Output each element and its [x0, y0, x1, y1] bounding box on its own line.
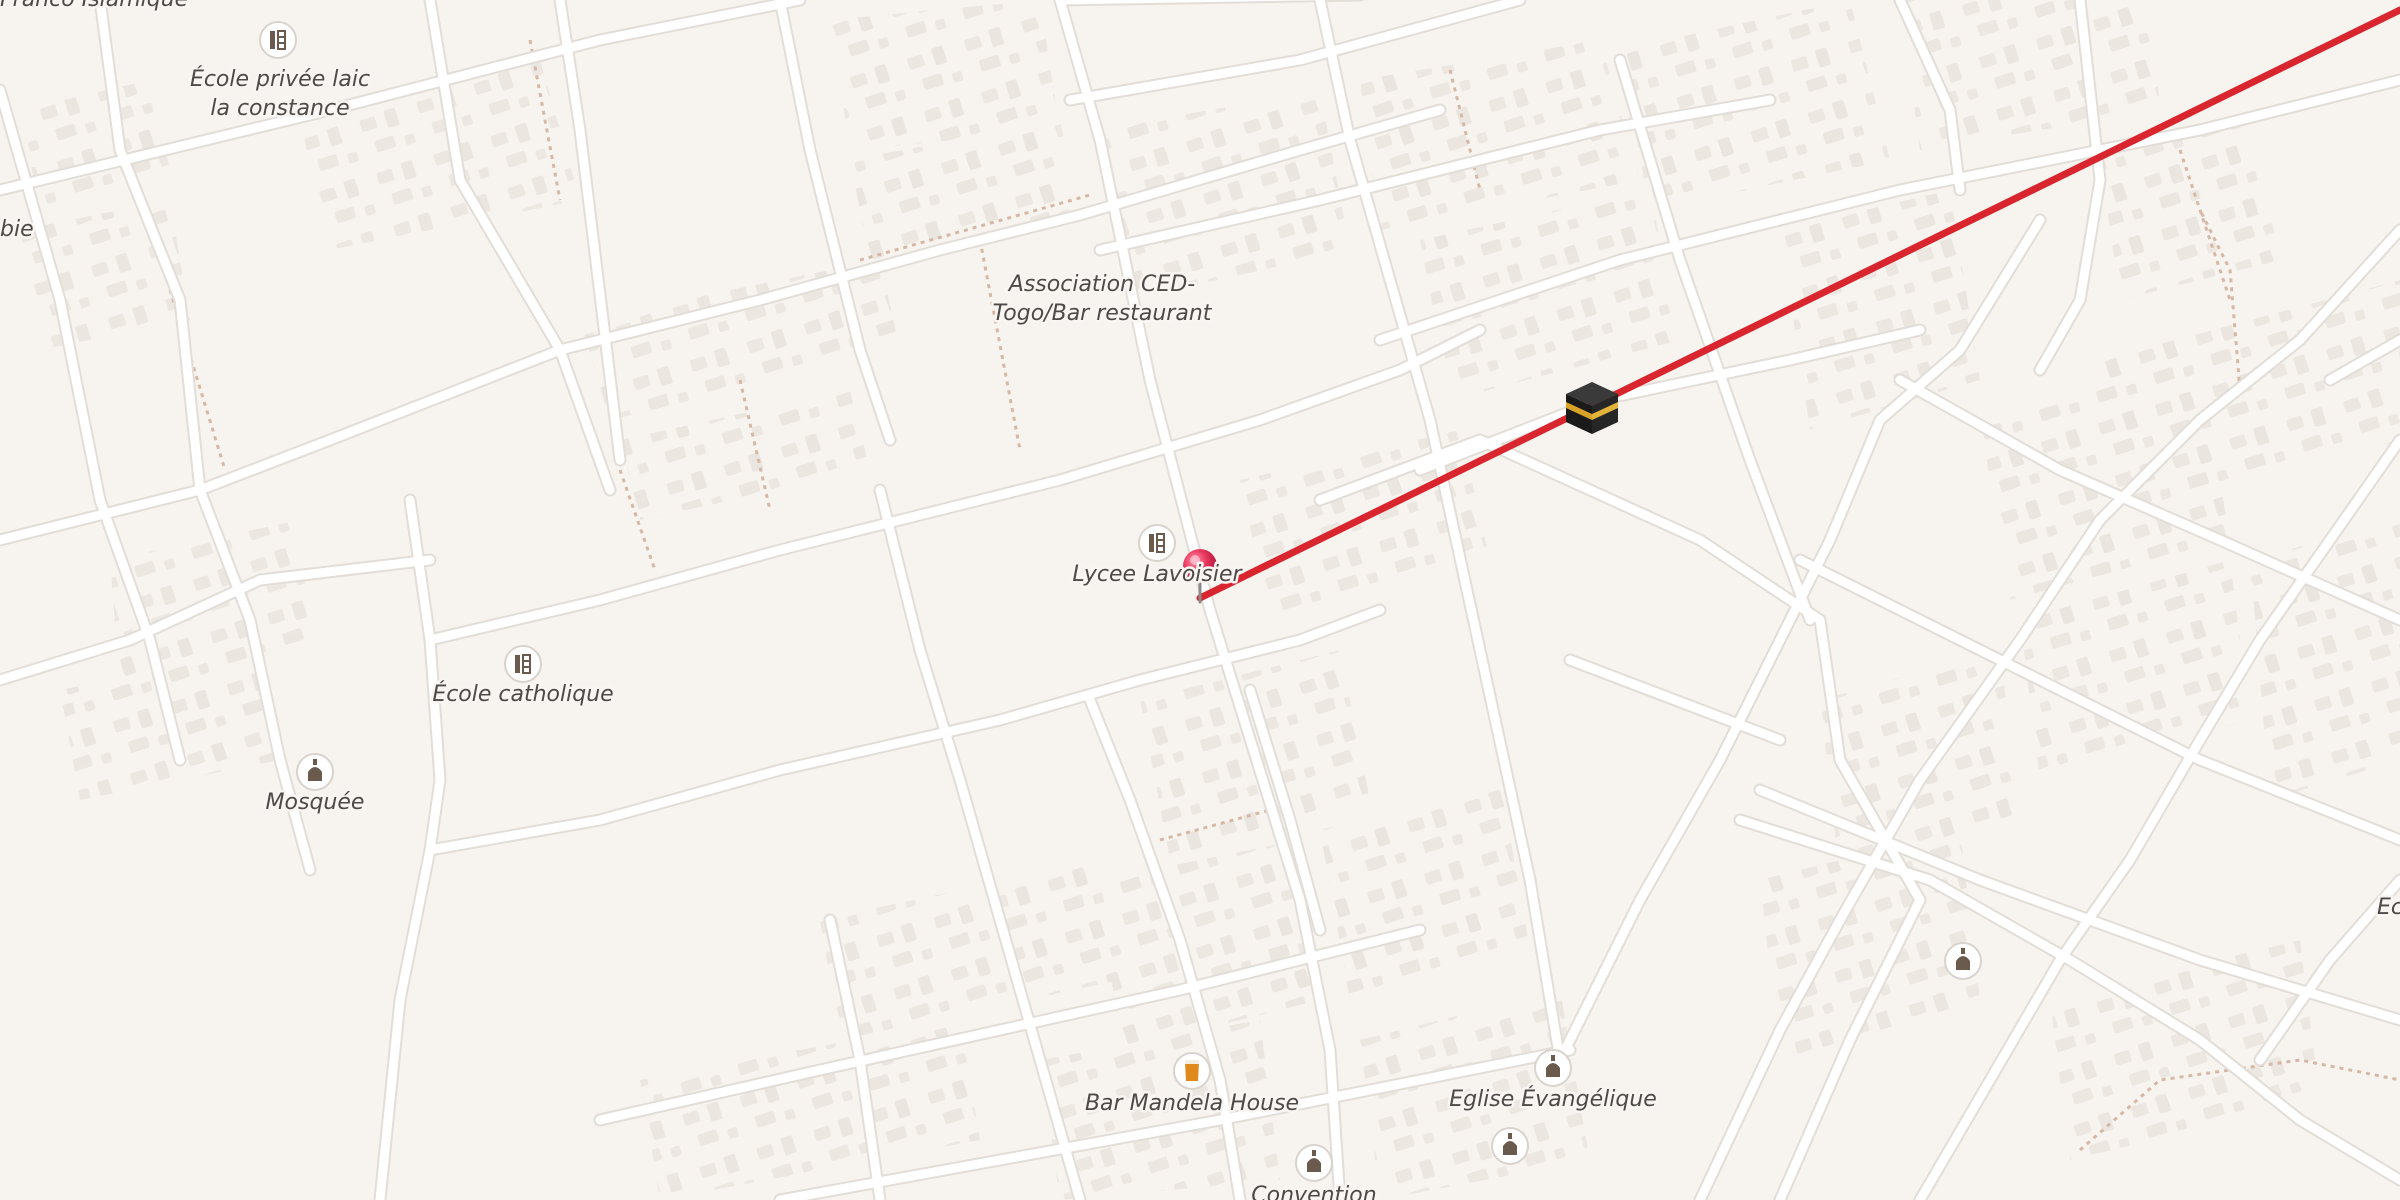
school-icon[interactable]	[1138, 524, 1176, 562]
ecole-privee-label-line2: la constance	[210, 96, 349, 121]
franco-islamique-label: Franco Islamique	[0, 0, 188, 12]
school-icon[interactable]	[259, 21, 297, 59]
church-icon[interactable]	[1491, 1127, 1529, 1165]
church-icon[interactable]	[1295, 1144, 1333, 1182]
church-icon[interactable]	[1534, 1049, 1572, 1087]
ecole-privee-label-line1: École privée laic	[190, 66, 370, 92]
map-canvas[interactable]: Franco Islamique École privée laic la co…	[0, 0, 2400, 1200]
bar-mandela-label: Bar Mandela House	[1085, 1091, 1299, 1116]
lycee-label: Lycee Lavoisier	[1072, 562, 1243, 587]
mosque-icon[interactable]	[296, 753, 334, 791]
mosque-icon[interactable]	[1944, 942, 1982, 980]
association-label-line2: Togo/Bar restaurant	[993, 301, 1213, 326]
partial-place-label-right: Ec	[2377, 895, 2400, 920]
eglise-label: Eglise Évangélique	[1449, 1086, 1657, 1112]
beer-icon[interactable]	[1173, 1052, 1211, 1090]
mosquee-label: Mosquée	[266, 790, 365, 815]
school-icon[interactable]	[504, 645, 542, 683]
ecole-catholique-label: École catholique	[432, 681, 613, 707]
partial-place-label-left: bie	[0, 217, 34, 242]
association-label-line1: Association CED-	[1007, 272, 1195, 297]
convention-label: Convention	[1251, 1183, 1376, 1200]
map-layer[interactable]: Franco Islamique École privée laic la co…	[0, 0, 2400, 1200]
